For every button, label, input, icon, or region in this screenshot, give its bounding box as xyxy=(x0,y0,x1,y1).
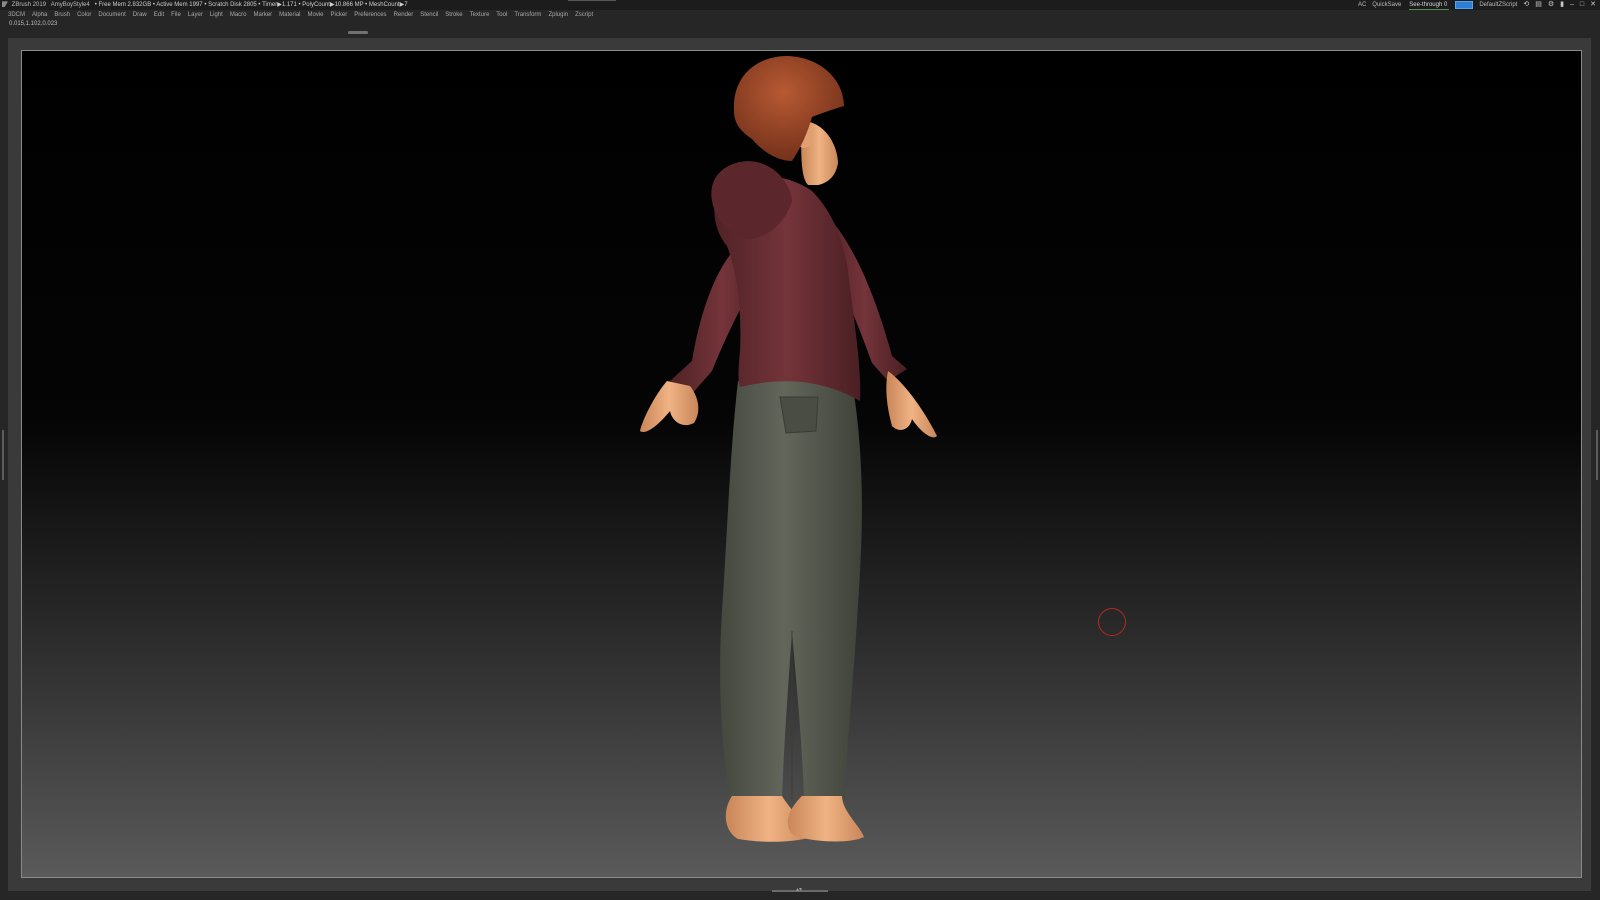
menus-toggle-button[interactable] xyxy=(1455,1,1474,9)
menu-document[interactable]: Document xyxy=(98,10,125,20)
menus-icon[interactable]: ▤ xyxy=(1535,0,1542,10)
menu-preferences[interactable]: Preferences xyxy=(354,10,386,20)
top-shelf-handle[interactable] xyxy=(348,31,368,34)
menu-3dcm[interactable]: 3DCM xyxy=(8,10,25,20)
menu-light[interactable]: Light xyxy=(210,10,223,20)
main-menu-bar: 3DCM Alpha Brush Color Document Draw Edi… xyxy=(0,10,1600,20)
close-icon[interactable]: ✕ xyxy=(1590,0,1596,10)
brush-cursor xyxy=(1098,608,1126,636)
document-name: AmyBoyStyle4 xyxy=(50,2,90,8)
memory-info: • Free Mem 2.832GB • Active Mem 1997 • S… xyxy=(94,2,408,8)
menu-macro[interactable]: Macro xyxy=(230,10,247,20)
title-divider xyxy=(568,0,616,1)
menu-layer[interactable]: Layer xyxy=(188,10,203,20)
menu-zplugin[interactable]: Zplugin xyxy=(548,10,568,20)
expand-arrow-icon[interactable]: ▴▾ xyxy=(796,886,802,893)
left-tray-handle[interactable] xyxy=(2,430,4,480)
menu-stencil[interactable]: Stencil xyxy=(420,10,438,20)
see-through-slider[interactable]: See-through 0 xyxy=(1407,0,1450,10)
menu-color[interactable]: Color xyxy=(77,10,91,20)
menu-brush[interactable]: Brush xyxy=(54,10,70,20)
title-bar: ZBrush 2019 AmyBoyStyle4 • Free Mem 2.83… xyxy=(0,0,1600,10)
menu-transform[interactable]: Transform xyxy=(514,10,541,20)
menu-stroke[interactable]: Stroke xyxy=(445,10,462,20)
menu-tool[interactable]: Tool xyxy=(496,10,507,20)
layout-icon[interactable]: ⟲ xyxy=(1523,0,1529,10)
menu-material[interactable]: Material xyxy=(279,10,300,20)
legs-pants xyxy=(720,381,862,799)
help-icon[interactable]: ▮ xyxy=(1560,0,1564,10)
quicksave-button[interactable]: QuickSave xyxy=(1372,0,1401,10)
viewport-canvas[interactable] xyxy=(21,50,1582,878)
feet xyxy=(725,796,864,842)
menu-zscript[interactable]: Zscript xyxy=(575,10,593,20)
menu-marker[interactable]: Marker xyxy=(254,10,273,20)
minimize-icon[interactable]: – xyxy=(1570,0,1574,10)
default-zscript-button[interactable]: DefaultZScript xyxy=(1479,0,1517,10)
menu-file[interactable]: File xyxy=(171,10,181,20)
cursor-coordinates: 0.015,1.102,0.023 xyxy=(9,21,58,27)
settings-icon[interactable]: ⚙ xyxy=(1548,0,1554,10)
see-through-label: See-through 0 xyxy=(1409,2,1448,8)
menu-picker[interactable]: Picker xyxy=(331,10,348,20)
ac-button[interactable]: AC xyxy=(1358,0,1366,10)
menu-draw[interactable]: Draw xyxy=(133,10,147,20)
menu-alpha[interactable]: Alpha xyxy=(32,10,47,20)
menu-movie[interactable]: Movie xyxy=(308,10,324,20)
character-model[interactable] xyxy=(22,51,1581,877)
right-tray-handle[interactable] xyxy=(1596,430,1598,480)
menu-render[interactable]: Render xyxy=(394,10,414,20)
zbrush-logo-icon xyxy=(2,1,8,8)
restore-icon[interactable]: □ xyxy=(1580,0,1584,10)
menu-texture[interactable]: Texture xyxy=(470,10,490,20)
app-name: ZBrush 2019 xyxy=(11,2,47,8)
menu-edit[interactable]: Edit xyxy=(154,10,164,20)
